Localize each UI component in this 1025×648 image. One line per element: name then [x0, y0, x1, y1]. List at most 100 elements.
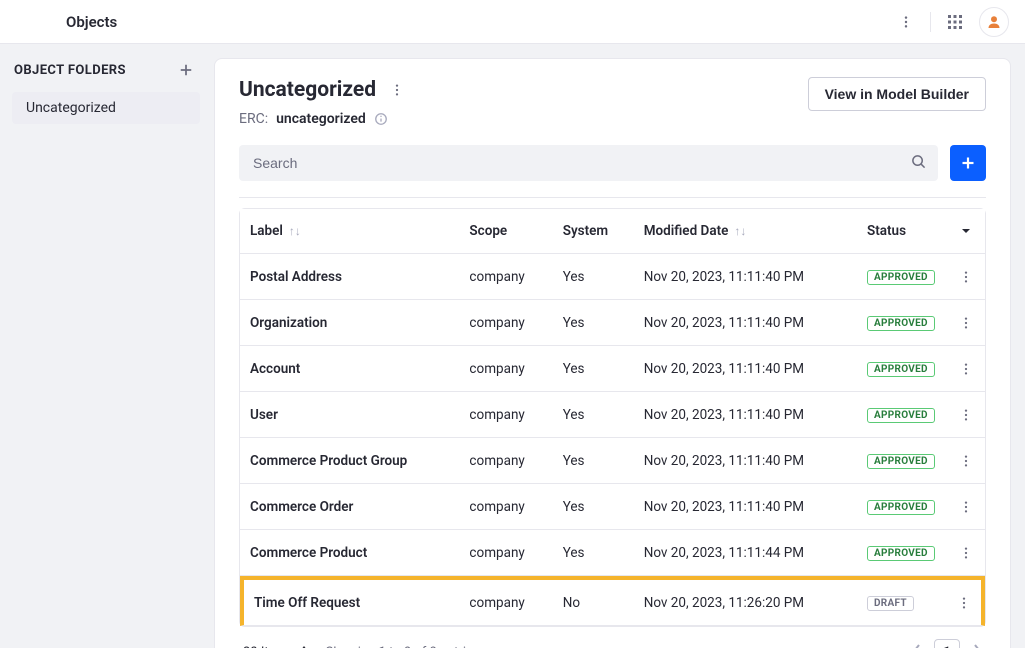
add-object-button[interactable] — [950, 145, 986, 181]
sidebar-item[interactable]: Uncategorized — [12, 92, 200, 124]
status-badge: APPROVED — [867, 408, 935, 423]
erc-label: ERC: — [239, 111, 268, 127]
view-model-builder-button[interactable]: View in Model Builder — [808, 77, 986, 111]
cell-scope: company — [459, 530, 552, 576]
search-icon — [911, 154, 926, 173]
table-row[interactable]: AccountcompanyYesNov 20, 2023, 11:11:40 … — [240, 346, 985, 392]
cell-status: DRAFT — [857, 576, 947, 626]
user-icon — [986, 14, 1002, 30]
cell-label[interactable]: Commerce Product Group — [240, 438, 459, 484]
ellipsis-v-icon — [959, 316, 973, 330]
cell-scope: company — [459, 254, 552, 300]
sidebar-title: OBJECT FOLDERS — [14, 63, 126, 78]
global-actions-button[interactable] — [890, 6, 922, 38]
ellipsis-v-icon — [957, 596, 971, 610]
ellipsis-v-icon — [899, 15, 913, 29]
ellipsis-v-icon — [959, 500, 973, 514]
cell-modified: Nov 20, 2023, 11:11:44 PM — [634, 530, 857, 576]
status-badge: APPROVED — [867, 500, 935, 515]
app-grid-button[interactable] — [939, 6, 971, 38]
row-actions-button[interactable] — [947, 254, 985, 300]
row-actions-button[interactable] — [947, 300, 985, 346]
table-row[interactable]: Time Off RequestcompanyNoNov 20, 2023, 1… — [240, 576, 985, 626]
cell-label[interactable]: Account — [240, 346, 459, 392]
row-actions-button[interactable] — [947, 346, 985, 392]
next-page[interactable] — [972, 643, 982, 648]
status-badge: APPROVED — [867, 316, 935, 331]
info-icon[interactable] — [374, 112, 388, 126]
col-label[interactable]: Label↑↓ — [240, 209, 459, 254]
cell-modified: Nov 20, 2023, 11:11:40 PM — [634, 392, 857, 438]
chevron-left-icon — [912, 643, 922, 648]
cell-system: Yes — [553, 300, 634, 346]
cell-system: Yes — [553, 438, 634, 484]
col-modified[interactable]: Modified Date↑↓ — [634, 209, 857, 254]
search-input[interactable] — [239, 145, 938, 181]
row-actions-button[interactable] — [947, 530, 985, 576]
cell-label[interactable]: Postal Address — [240, 254, 459, 300]
panel-actions-button[interactable] — [384, 77, 410, 103]
ellipsis-v-icon — [390, 83, 404, 97]
cell-label[interactable]: Organization — [240, 300, 459, 346]
cell-system: Yes — [553, 530, 634, 576]
ellipsis-v-icon — [959, 546, 973, 560]
grid-icon — [947, 14, 963, 30]
erc-value: uncategorized — [276, 111, 366, 127]
cell-label[interactable]: Commerce Product — [240, 530, 459, 576]
sidebar-list: Uncategorized — [12, 92, 200, 124]
cell-system: Yes — [553, 346, 634, 392]
panel: Uncategorized ERC: uncategorized View in… — [214, 58, 1011, 648]
table-row[interactable]: UsercompanyYesNov 20, 2023, 11:11:40 PMA… — [240, 392, 985, 438]
prev-page[interactable] — [912, 643, 922, 648]
sort-icon: ↑↓ — [289, 224, 301, 238]
cell-label[interactable]: Commerce Order — [240, 484, 459, 530]
ellipsis-v-icon — [959, 270, 973, 284]
cell-modified: Nov 20, 2023, 11:11:40 PM — [634, 300, 857, 346]
items-per-page[interactable]: 20 Items — [243, 645, 308, 648]
status-badge: DRAFT — [867, 596, 914, 611]
table-row[interactable]: Commerce OrdercompanyYesNov 20, 2023, 11… — [240, 484, 985, 530]
erc-line: ERC: uncategorized — [239, 111, 410, 127]
table-row[interactable]: Commerce ProductcompanyYesNov 20, 2023, … — [240, 530, 985, 576]
cell-system: Yes — [553, 484, 634, 530]
sidebar: OBJECT FOLDERS Uncategorized — [0, 44, 212, 648]
plus-icon — [179, 63, 193, 77]
topbar-actions — [890, 6, 1009, 38]
row-actions-button[interactable] — [947, 392, 985, 438]
status-badge: APPROVED — [867, 270, 935, 285]
col-scope[interactable]: Scope — [459, 209, 552, 254]
cell-scope: company — [459, 392, 552, 438]
col-actions[interactable] — [947, 209, 985, 254]
avatar[interactable] — [979, 7, 1009, 37]
cell-status: APPROVED — [857, 484, 947, 530]
sort-icon: ↑↓ — [734, 224, 746, 238]
cell-modified: Nov 20, 2023, 11:11:40 PM — [634, 484, 857, 530]
cell-modified: Nov 20, 2023, 11:11:40 PM — [634, 438, 857, 484]
ellipsis-v-icon — [959, 454, 973, 468]
cell-label[interactable]: Time Off Request — [240, 576, 459, 626]
caret-down-icon — [961, 226, 971, 236]
cell-status: APPROVED — [857, 438, 947, 484]
add-folder-button[interactable] — [174, 58, 198, 82]
current-page[interactable]: 1 — [934, 639, 960, 648]
row-actions-button[interactable] — [947, 576, 985, 626]
status-badge: APPROVED — [867, 362, 935, 377]
main: Uncategorized ERC: uncategorized View in… — [212, 44, 1025, 648]
chevron-right-icon — [972, 643, 982, 648]
table-row[interactable]: Commerce Product GroupcompanyYesNov 20, … — [240, 438, 985, 484]
table-row[interactable]: OrganizationcompanyYesNov 20, 2023, 11:1… — [240, 300, 985, 346]
cell-scope: company — [459, 484, 552, 530]
table-row[interactable]: Postal AddresscompanyYesNov 20, 2023, 11… — [240, 254, 985, 300]
table-footer: 20 Items Showing 1 to 8 of 8 entries. 1 — [239, 637, 986, 648]
cell-modified: Nov 20, 2023, 11:11:40 PM — [634, 346, 857, 392]
row-actions-button[interactable] — [947, 438, 985, 484]
col-system[interactable]: System — [553, 209, 634, 254]
ellipsis-v-icon — [959, 408, 973, 422]
col-status[interactable]: Status — [857, 209, 947, 254]
divider — [930, 12, 931, 32]
cell-system: Yes — [553, 254, 634, 300]
objects-table: Label↑↓ Scope System Modified Date↑↓ Sta… — [239, 208, 986, 627]
status-badge: APPROVED — [867, 546, 935, 561]
cell-label[interactable]: User — [240, 392, 459, 438]
row-actions-button[interactable] — [947, 484, 985, 530]
